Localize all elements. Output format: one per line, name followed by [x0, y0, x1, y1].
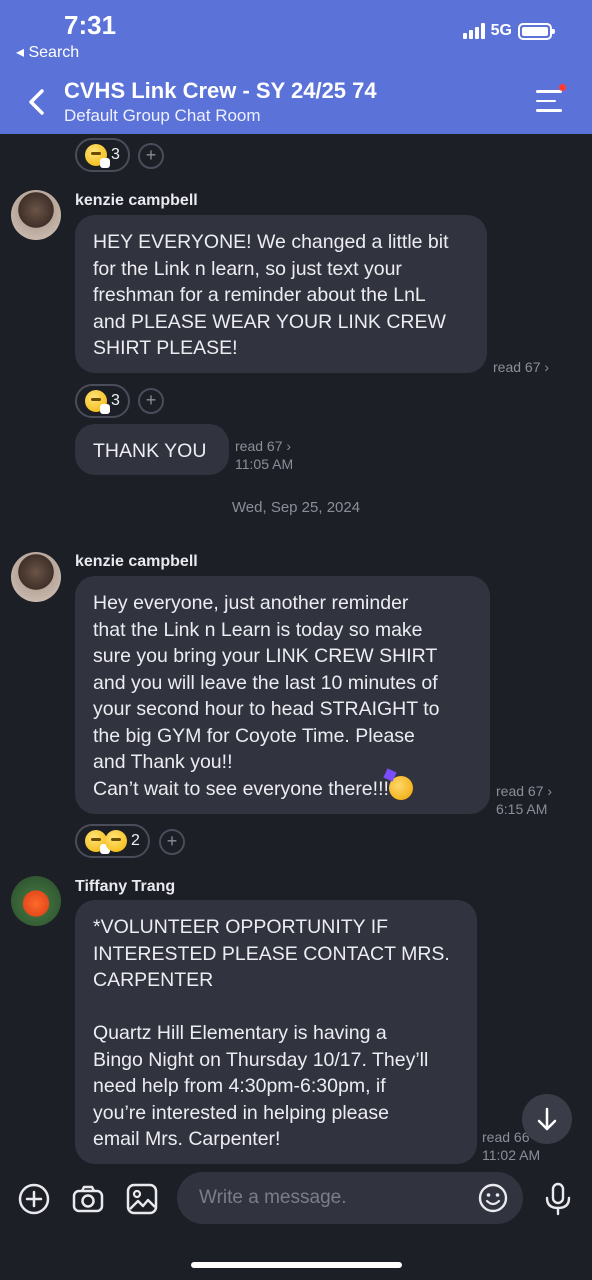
emoji-picker-icon[interactable] — [477, 1182, 509, 1214]
message-time: 11:05 AM — [235, 456, 294, 472]
status-time: 7:31 — [64, 10, 117, 40]
emoji-icon — [85, 830, 110, 854]
emoji-icon — [85, 390, 110, 414]
sender-name: Tiffany Trang — [75, 878, 176, 895]
chat-header: 7:31 ◂ Search 5G CVHS Link Crew - SY 24/… — [0, 0, 592, 134]
notification-dot — [559, 84, 566, 91]
arrow-down-icon — [537, 1107, 557, 1131]
back-arrow-icon[interactable] — [26, 88, 48, 116]
message-time: 6:15 AM — [496, 801, 548, 817]
message-bubble[interactable]: THANK YOU — [75, 424, 229, 475]
home-indicator — [191, 1262, 402, 1268]
message-time: 11:02 AM — [482, 1147, 541, 1163]
message-bubble[interactable]: *VOLUNTEER OPPORTUNITY IF INTERESTED PLE… — [75, 900, 477, 1164]
reaction-count: 2 — [131, 832, 140, 849]
status-indicators: 5G — [462, 22, 555, 40]
add-reaction-button[interactable]: + — [159, 829, 185, 855]
read-receipt[interactable]: read 67 › — [235, 437, 291, 455]
battery-icon — [518, 22, 555, 40]
avatar[interactable] — [11, 552, 61, 602]
reaction-count: 3 — [111, 392, 120, 409]
scroll-to-bottom-button[interactable] — [522, 1094, 572, 1144]
reaction-count: 3 — [111, 146, 120, 163]
sender-name: kenzie campbell — [75, 553, 198, 570]
add-reaction-button[interactable]: + — [138, 388, 164, 414]
add-icon[interactable] — [17, 1182, 51, 1216]
network-label: 5G — [490, 22, 512, 39]
signal-icon — [462, 23, 485, 39]
date-separator: Wed, Sep 25, 2024 — [231, 499, 361, 516]
microphone-icon[interactable] — [541, 1182, 575, 1216]
laughing-emoji-icon — [105, 830, 127, 852]
reaction-pill[interactable]: 2 — [75, 824, 150, 858]
add-reaction-button[interactable]: + — [138, 143, 164, 169]
message-bubble[interactable]: HEY EVERYONE! We changed a little bit fo… — [75, 215, 487, 373]
avatar[interactable] — [11, 190, 61, 240]
read-receipt[interactable]: read 67 › — [496, 782, 552, 800]
chat-title: CVHS Link Crew - SY 24/25 74 — [64, 78, 377, 103]
status-back-link[interactable]: ◂ Search — [16, 42, 79, 62]
menu-icon[interactable] — [536, 90, 562, 114]
message-input-container[interactable] — [177, 1172, 523, 1224]
read-receipt[interactable]: read 67 › — [493, 358, 549, 376]
party-face-emoji-icon — [388, 775, 413, 800]
sender-name: kenzie campbell — [75, 192, 198, 209]
message-input[interactable] — [199, 1172, 459, 1224]
message-bubble[interactable]: Hey everyone, just another reminder that… — [75, 576, 490, 814]
chat-subtitle: Default Group Chat Room — [64, 106, 261, 125]
gallery-icon[interactable] — [125, 1182, 159, 1216]
camera-icon[interactable] — [71, 1182, 105, 1216]
reaction-pill[interactable]: 3 — [75, 138, 130, 172]
emoji-icon — [85, 144, 110, 168]
reaction-pill[interactable]: 3 — [75, 384, 130, 418]
avatar[interactable] — [11, 876, 61, 926]
